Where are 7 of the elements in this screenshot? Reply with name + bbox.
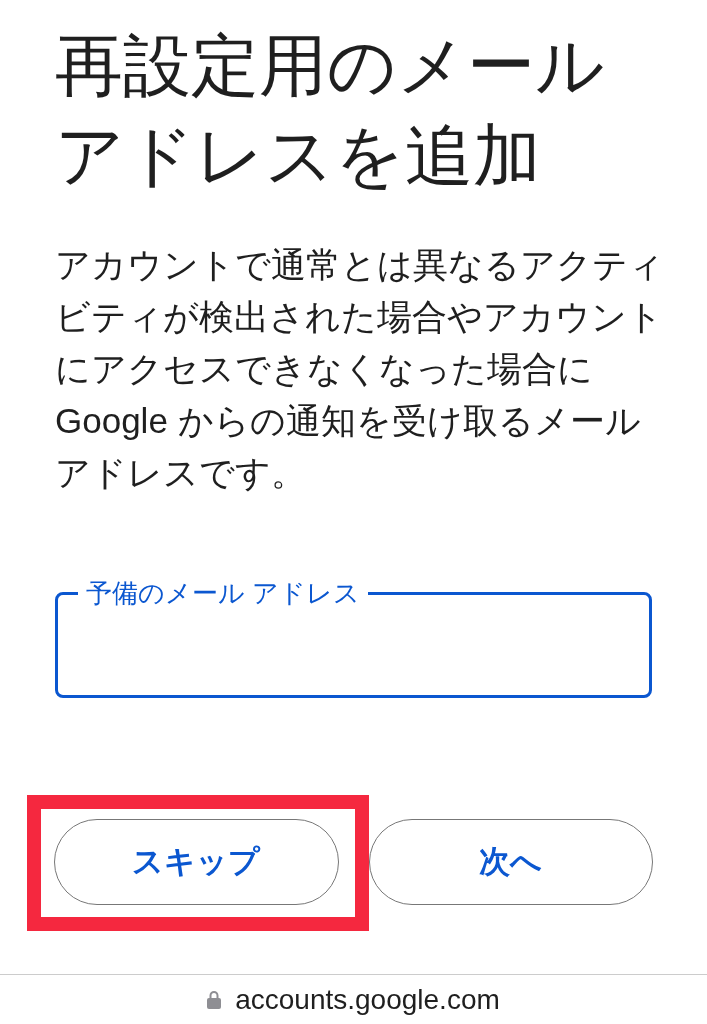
field-label: 予備のメール アドレス — [85, 578, 362, 608]
description-text: アカウントで通常とは異なるアクティビティが検出された場合やアカウントにアクセスできなくなった場合に Google からの通知を受け取るメールアドレスです。 — [55, 244, 665, 494]
email-input-field[interactable]: 予備のメール アドレス — [55, 578, 652, 698]
page-title: 再設定用のメールアドレスを追加 — [55, 26, 606, 195]
url-text: accounts.google.com — [235, 983, 500, 1016]
next-button[interactable]: 次へ — [368, 819, 653, 905]
skip-button[interactable]: スキップ — [54, 819, 339, 905]
